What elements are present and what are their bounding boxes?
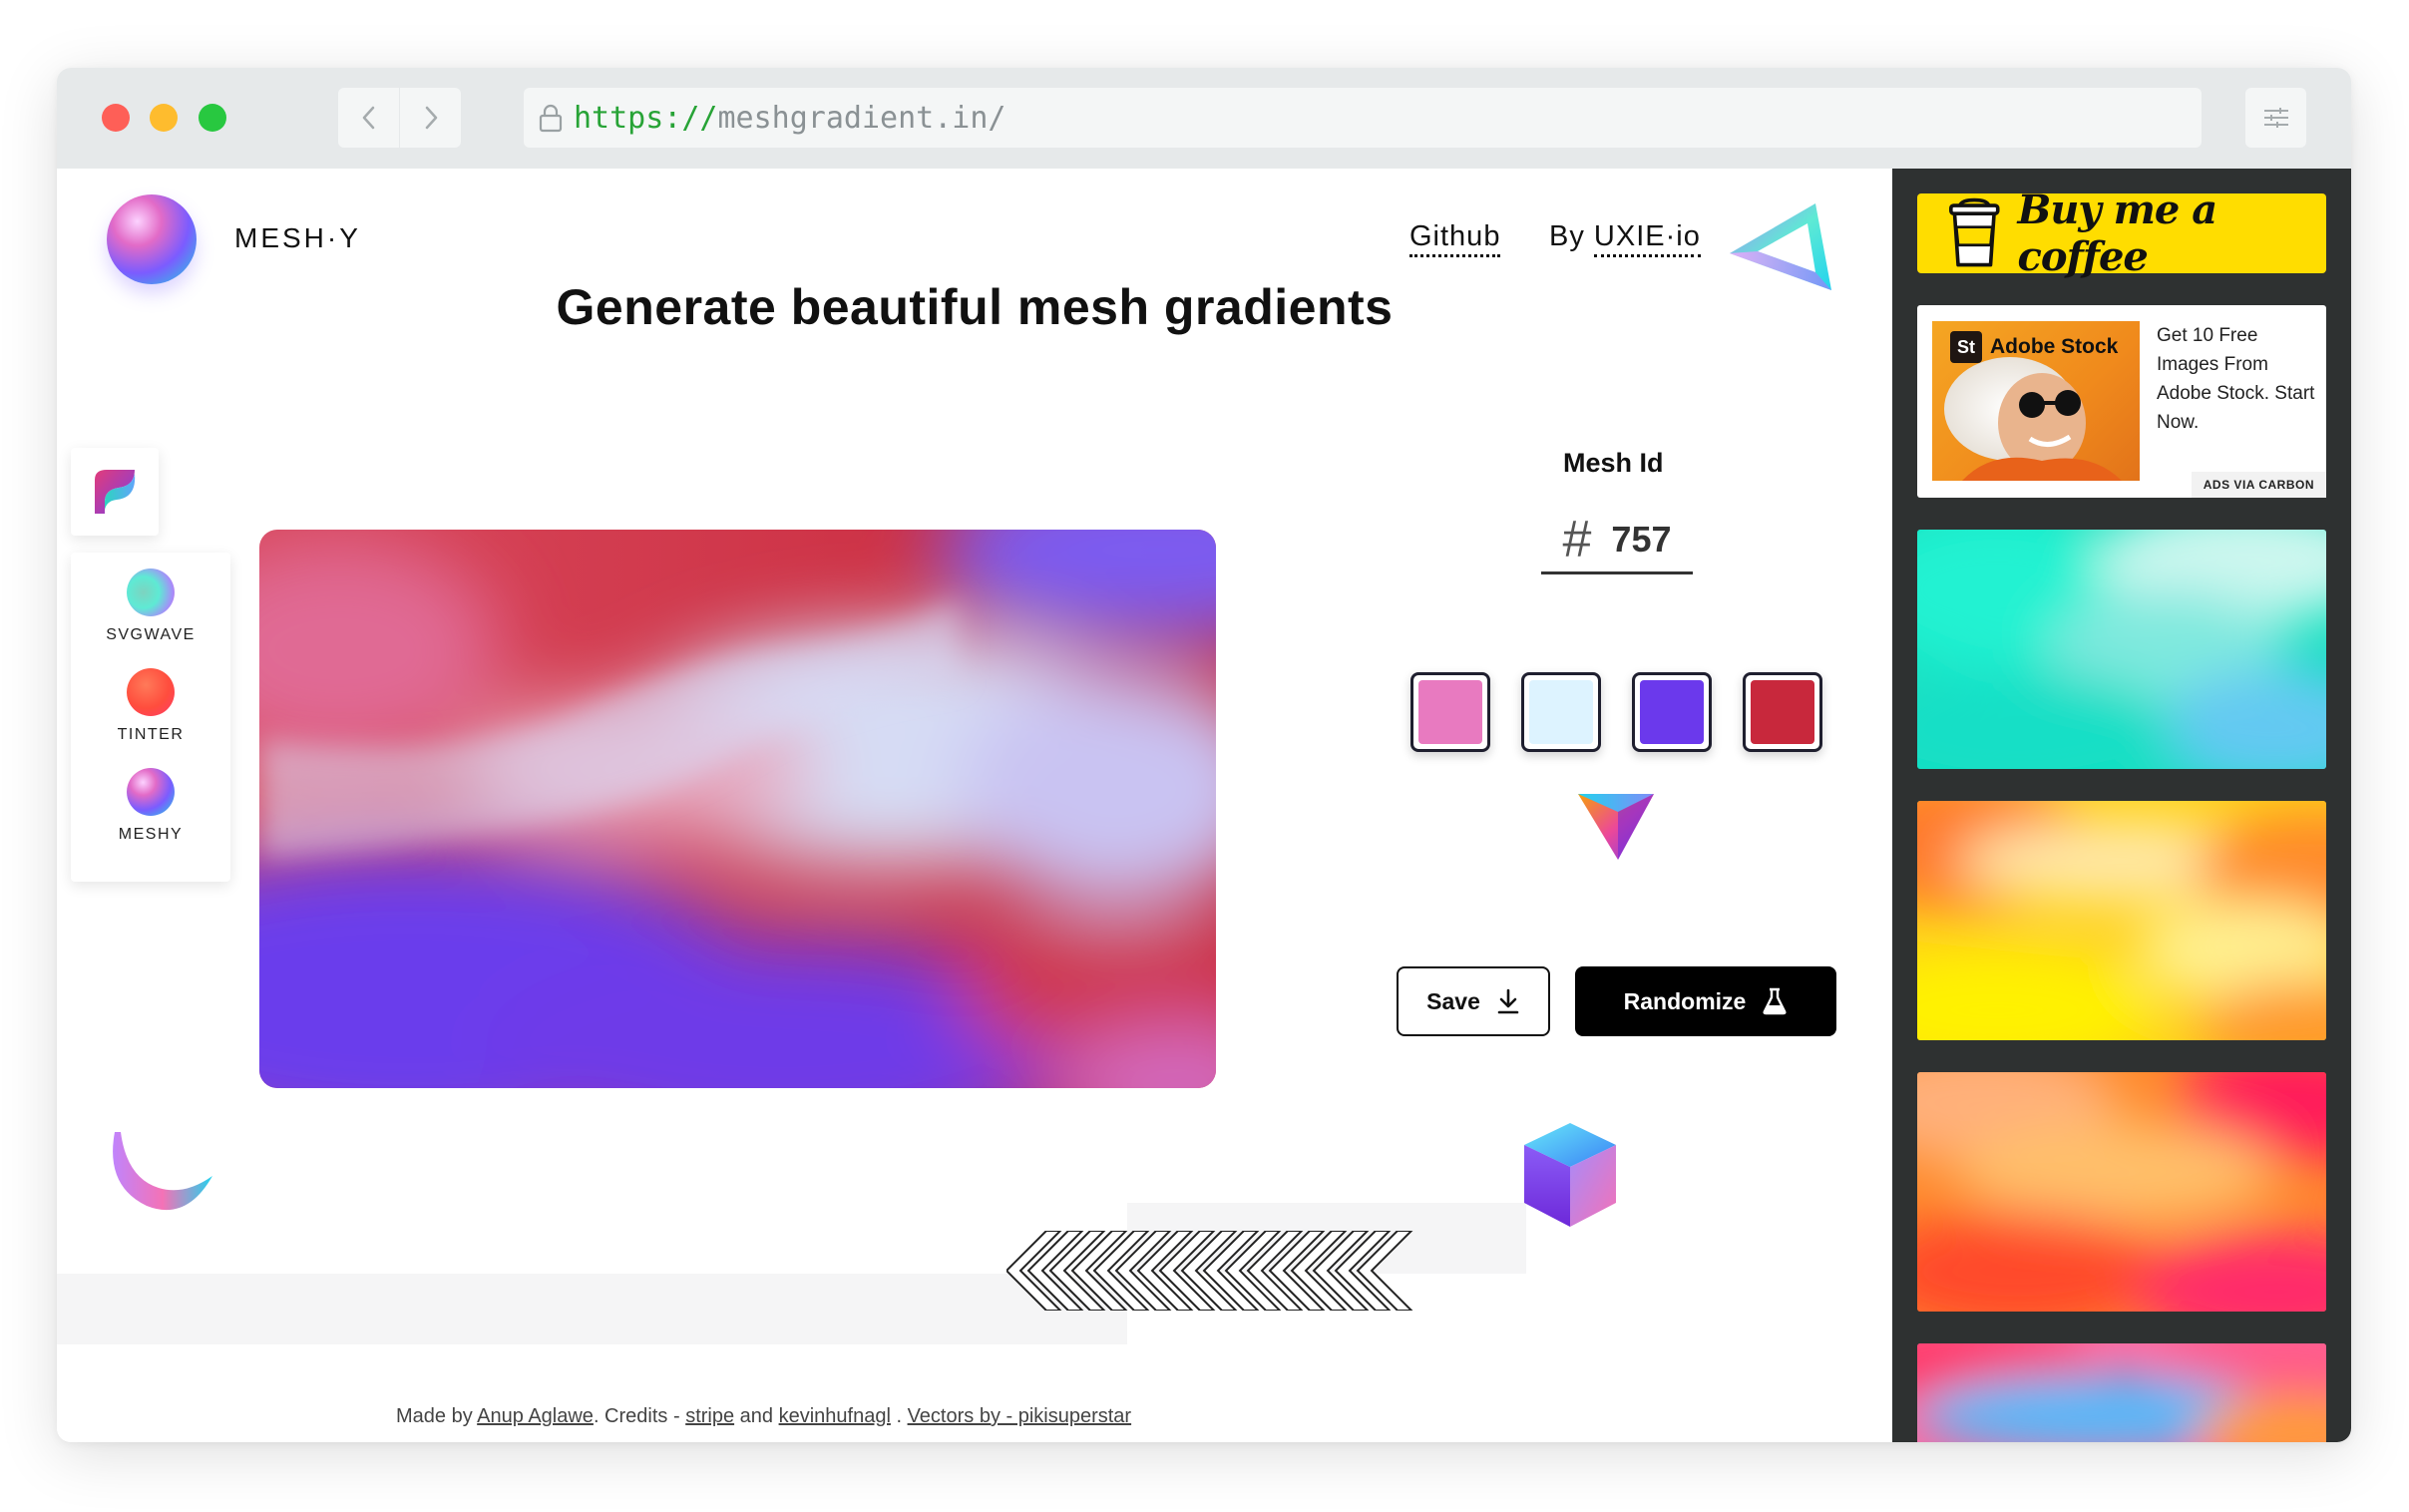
- app-meshy[interactable]: MESHY: [71, 768, 230, 844]
- footer-credits: Made by Anup Aglawe. Credits - stripe an…: [396, 1405, 1131, 1428]
- brand-name[interactable]: MESH·Y: [234, 222, 361, 254]
- lock-icon: [538, 103, 564, 133]
- swatch-fill-4: [1751, 680, 1814, 744]
- flask-icon: [1763, 987, 1787, 1015]
- cube-icon: [1524, 1123, 1616, 1227]
- tinter-label: TINTER: [117, 726, 185, 743]
- uxie-link-label: UXIE·io: [1593, 220, 1701, 257]
- mesh-id-value: 757: [1611, 519, 1672, 560]
- back-button[interactable]: [338, 88, 399, 148]
- hash-symbol: #: [1562, 511, 1592, 568]
- footer-sep: .: [890, 1405, 908, 1427]
- url-scheme: https://: [574, 100, 718, 136]
- minimize-window-button[interactable]: [150, 104, 178, 132]
- footer-credits-text: . Credits -: [593, 1405, 686, 1427]
- feather-logo-icon: [95, 470, 136, 514]
- vectors-link[interactable]: Vectors by - pikisuperstar: [908, 1405, 1132, 1427]
- kevinhufnagl-link[interactable]: kevinhufnagl: [779, 1405, 891, 1427]
- url-host: meshgradient.in/: [717, 100, 1006, 136]
- github-link-label: Github: [1409, 220, 1501, 257]
- download-icon: [1497, 988, 1519, 1014]
- crescent-arc-decoration: [113, 1132, 212, 1211]
- ads-via-carbon[interactable]: ADS VIA CARBON: [2191, 472, 2326, 498]
- app-tinter[interactable]: TINTER: [71, 668, 230, 744]
- decorative-band: [57, 1274, 1127, 1344]
- by-uxie-link[interactable]: By UXIE·io: [1549, 220, 1701, 257]
- mesh-gradient-preview[interactable]: [259, 530, 1216, 1088]
- chevron-right-icon: [425, 106, 437, 130]
- page-headline: Generate beautiful mesh gradients: [556, 279, 1394, 335]
- randomize-button[interactable]: Randomize: [1575, 966, 1836, 1036]
- svgwave-icon: [127, 568, 175, 616]
- save-button-label: Save: [1426, 987, 1480, 1014]
- color-swatch-3[interactable]: [1632, 672, 1712, 752]
- footer-made-by: Made by: [396, 1405, 478, 1427]
- svgwave-label: SVGWAVE: [106, 626, 196, 643]
- browser-toolbar: https://meshgradient.in/: [57, 68, 2351, 169]
- mesh-id-label: Mesh Id: [1563, 448, 1664, 478]
- save-button[interactable]: Save: [1397, 966, 1550, 1036]
- gradient-card-4[interactable]: [1917, 1343, 2326, 1442]
- author-link[interactable]: Anup Aglawe: [477, 1405, 594, 1427]
- mesh-id-input[interactable]: # 757: [1541, 508, 1693, 574]
- randomize-button-label: Randomize: [1623, 987, 1747, 1014]
- chevron-left-icon: [362, 106, 374, 130]
- main-content: MESH·Y Github By UXIE·io Generate beauti…: [57, 169, 1892, 1442]
- footer-and: and: [734, 1405, 779, 1427]
- zigzag-chevrons-decoration: [1006, 1231, 1413, 1311]
- color-swatch-1[interactable]: [1410, 672, 1490, 752]
- prism-icon: [1578, 794, 1654, 860]
- stripe-link[interactable]: stripe: [685, 1405, 734, 1427]
- gradient-card-1[interactable]: [1917, 530, 2326, 769]
- forward-button[interactable]: [400, 88, 461, 148]
- color-swatch-4[interactable]: [1743, 672, 1822, 752]
- app-switcher-panel: SVGWAVE TINTER MESHY: [71, 553, 230, 882]
- swatch-fill-1: [1418, 680, 1482, 744]
- adobe-stock-badge: St Adobe Stock: [1950, 331, 2118, 363]
- meshy-label: MESHY: [118, 826, 184, 843]
- app-svgwave[interactable]: SVGWAVE: [71, 568, 230, 644]
- buy-me-a-coffee-label: Buy me a coffee: [2017, 187, 2218, 280]
- ad-image[interactable]: St Adobe Stock: [1932, 321, 2140, 481]
- coffee-cup-icon: [1949, 197, 2000, 267]
- tinter-icon: [127, 668, 175, 716]
- right-sidebar: Buy me a coffee St Adobe Stock Get 10 Fr…: [1892, 169, 2351, 1442]
- gradient-card-2[interactable]: [1917, 801, 2326, 1040]
- close-window-button[interactable]: [102, 104, 130, 132]
- app-logo-button[interactable]: [71, 448, 159, 536]
- ad-text[interactable]: Get 10 Free Images From Adobe Stock. Sta…: [2157, 321, 2316, 437]
- ad-brand: Adobe Stock: [1990, 335, 2119, 358]
- swatch-fill-2: [1529, 680, 1593, 744]
- meshy-icon: [127, 768, 175, 816]
- github-link[interactable]: Github: [1409, 220, 1501, 257]
- color-swatch-2[interactable]: [1521, 672, 1601, 752]
- carbon-ad[interactable]: St Adobe Stock Get 10 Free Images From A…: [1917, 305, 2326, 498]
- browser-window: https://meshgradient.in/ MESH·Y Github B…: [57, 68, 2351, 1442]
- browser-menu-button[interactable]: [2245, 88, 2306, 148]
- by-prefix: By: [1549, 220, 1585, 252]
- adobe-stock-logo-icon: St: [1950, 331, 1982, 363]
- meshy-logo-icon[interactable]: [107, 194, 197, 284]
- sliders-icon: [2263, 108, 2288, 128]
- swatch-fill-3: [1640, 680, 1704, 744]
- buy-me-a-coffee-button[interactable]: Buy me a coffee: [1917, 187, 2326, 280]
- maximize-window-button[interactable]: [199, 104, 226, 132]
- gradient-card-3[interactable]: [1917, 1072, 2326, 1312]
- address-bar[interactable]: https://meshgradient.in/: [524, 88, 2202, 148]
